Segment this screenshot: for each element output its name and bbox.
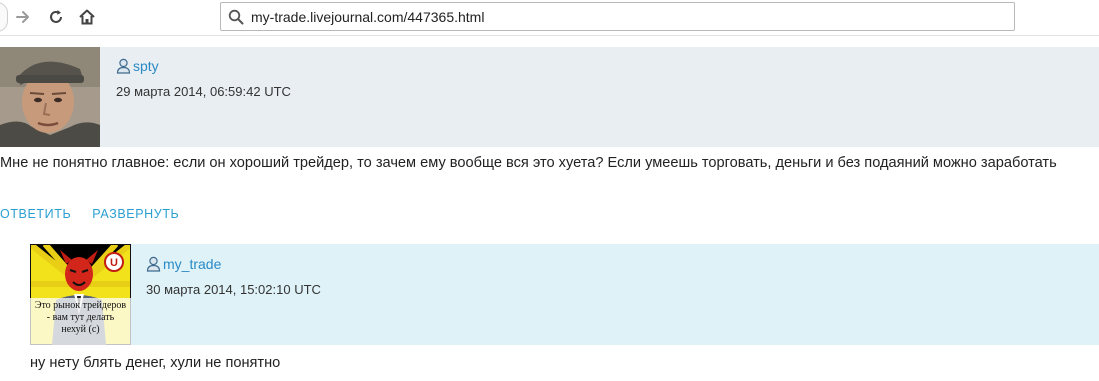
url-text: my-trade.livejournal.com/447365.html	[251, 9, 485, 25]
author-name[interactable]: my_trade	[163, 256, 221, 272]
forward-arrow-icon	[16, 11, 29, 23]
browser-toolbar: my-trade.livejournal.com/447365.html	[0, 0, 1099, 36]
avatar-caption: - вам тут делать	[46, 312, 115, 323]
expand-button[interactable]: РАЗВЕРНУТЬ	[92, 207, 179, 221]
author-name[interactable]: spty	[133, 58, 159, 74]
back-button[interactable]	[0, 2, 8, 32]
reply-button[interactable]: ОТВЕТИТЬ	[0, 207, 71, 221]
comment-author[interactable]: my_trade	[146, 256, 221, 272]
home-icon	[79, 9, 95, 25]
avatar-caption: Это рынок трейдеров	[34, 300, 127, 311]
avatar-caption: нехуй (с)	[61, 324, 100, 335]
user-photo	[0, 47, 100, 147]
reload-button[interactable]	[43, 4, 69, 30]
avatar[interactable]	[0, 47, 100, 147]
user-icon	[146, 256, 161, 272]
search-icon	[228, 9, 244, 25]
user-icon	[116, 58, 131, 74]
forward-button[interactable]	[10, 4, 36, 30]
comment-author[interactable]: spty	[116, 58, 159, 74]
avatar[interactable]: U Это рынок трейдеров - вам тут делать н…	[30, 244, 131, 345]
comment-date: 30 марта 2014, 15:02:10 UTC	[146, 282, 321, 297]
address-bar[interactable]: my-trade.livejournal.com/447365.html	[220, 2, 1015, 31]
comment-text: Мне не понятно главное: если он хороший …	[0, 155, 1057, 171]
home-button[interactable]	[74, 4, 100, 30]
comment-text: ну нету блять денег, хули не понятно	[30, 355, 281, 371]
svg-text:U: U	[110, 257, 118, 269]
comment-actions: ОТВЕТИТЬ РАЗВЕРНУТЬ	[0, 207, 179, 221]
comment-date: 29 марта 2014, 06:59:42 UTC	[116, 84, 291, 99]
reload-icon	[50, 10, 62, 23]
